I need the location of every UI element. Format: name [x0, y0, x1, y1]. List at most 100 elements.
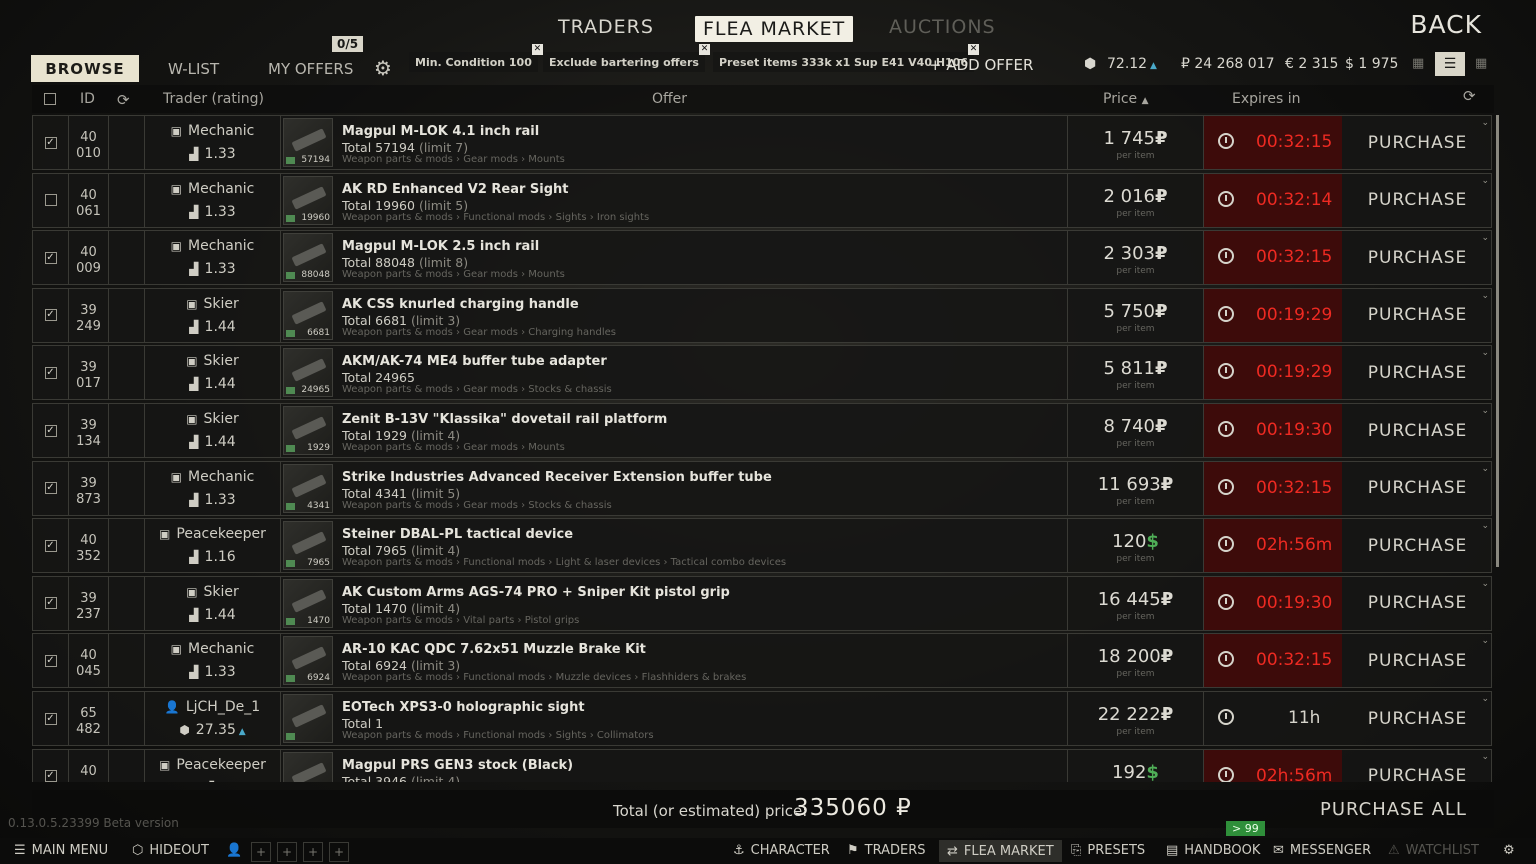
- row-checkbox[interactable]: ✓: [33, 519, 69, 573]
- back-button[interactable]: BACK: [1410, 10, 1482, 39]
- purchase-button[interactable]: PURCHASE: [1342, 462, 1493, 515]
- column-offer[interactable]: Offer: [652, 91, 687, 107]
- checkbox[interactable]: ✓: [44, 251, 57, 264]
- purchase-button[interactable]: PURCHASE: [1342, 346, 1493, 399]
- purchase-button[interactable]: PURCHASE: [1342, 577, 1493, 630]
- chevron-down-icon[interactable]: ⌄: [1481, 176, 1489, 186]
- checkbox[interactable]: ✓: [44, 482, 57, 495]
- item-icon[interactable]: 4341: [283, 462, 333, 515]
- row-checkbox[interactable]: [33, 173, 69, 227]
- row-checkbox[interactable]: ✓: [33, 116, 69, 169]
- table-row[interactable]: ✓ 40 352 ▣ Peacekeeper ▟ 1.16 7965 Steiner …: [32, 518, 1492, 574]
- refresh-sort-icon[interactable]: ⟳: [117, 91, 130, 109]
- offer-name[interactable]: AR-10 KAC QDC 7.62x51 Muzzle Brake Kit: [342, 642, 646, 657]
- item-icon[interactable]: [283, 692, 333, 745]
- row-checkbox[interactable]: ✓: [33, 692, 69, 745]
- checkbox[interactable]: ✓: [44, 366, 57, 379]
- checkbox[interactable]: ✓: [44, 597, 57, 610]
- quick-slot-icon[interactable]: +: [277, 842, 297, 862]
- checkbox[interactable]: ✓: [44, 770, 57, 782]
- settings-icon[interactable]: ⚙: [1503, 843, 1515, 858]
- table-row[interactable]: ✓ 40 ▣ Peacekeeper ▟ Magpul PRS GEN3 stoc…: [32, 748, 1493, 782]
- trader-cell[interactable]: ▣ Skier ▟ 1.44: [145, 346, 281, 400]
- chevron-down-icon[interactable]: ⌄: [1481, 406, 1489, 416]
- offer-name[interactable]: AK CSS knurled charging handle: [342, 297, 579, 312]
- messenger-button[interactable]: ✉ MESSENGER: [1273, 843, 1371, 858]
- chevron-down-icon[interactable]: ⌄: [1481, 579, 1489, 589]
- purchase-button[interactable]: PURCHASE: [1342, 750, 1493, 782]
- purchase-button[interactable]: PURCHASE: [1342, 634, 1493, 687]
- profile-icon[interactable]: 👤: [226, 843, 242, 858]
- row-checkbox[interactable]: ✓: [33, 346, 69, 400]
- column-price[interactable]: Price ▲: [1103, 91, 1149, 107]
- refresh-icon[interactable]: ⟳: [1463, 87, 1476, 105]
- main-menu-button[interactable]: ☰ MAIN MENU: [14, 843, 108, 858]
- trader-cell[interactable]: ▣ Skier ▟ 1.44: [145, 288, 281, 342]
- chevron-down-icon[interactable]: ⌄: [1481, 118, 1489, 128]
- flea-market-button[interactable]: ⇄ FLEA MARKET: [939, 840, 1062, 862]
- purchase-button[interactable]: PURCHASE: [1342, 692, 1493, 745]
- item-icon[interactable]: 88048: [283, 231, 333, 284]
- chevron-down-icon[interactable]: ⌄: [1481, 233, 1489, 243]
- offer-name[interactable]: Steiner DBAL-PL tactical device: [342, 527, 573, 542]
- row-checkbox[interactable]: ✓: [33, 461, 69, 515]
- row-checkbox[interactable]: ✓: [33, 404, 69, 457]
- row-checkbox[interactable]: ✓: [33, 634, 69, 688]
- trader-cell[interactable]: ▣ Mechanic ▟ 1.33: [145, 634, 281, 688]
- item-icon[interactable]: 24965: [283, 346, 333, 399]
- offer-name[interactable]: EOTech XPS3-0 holographic sight: [342, 700, 585, 715]
- tab-flea-market[interactable]: FLEA MARKET: [695, 16, 854, 42]
- row-checkbox[interactable]: ✓: [33, 231, 69, 285]
- tile-view-icon[interactable]: ▦: [1475, 56, 1487, 71]
- chevron-down-icon[interactable]: ⌄: [1481, 694, 1489, 704]
- item-icon[interactable]: 6924: [283, 634, 333, 687]
- purchase-button[interactable]: PURCHASE: [1342, 404, 1493, 457]
- tab-auctions[interactable]: AUCTIONS: [889, 16, 996, 38]
- trader-cell[interactable]: 👤 LjCH_De_1 ⬢ 27.35 ▲: [145, 692, 281, 745]
- checkbox[interactable]: ✓: [44, 424, 57, 437]
- character-button[interactable]: ⚓ CHARACTER: [733, 843, 830, 858]
- quick-slot-icon[interactable]: +: [303, 842, 323, 862]
- column-id[interactable]: ID: [80, 91, 95, 107]
- table-row[interactable]: ✓ 40 045 ▣ Mechanic ▟ 1.33 6924 AR-10 KAC Q…: [32, 633, 1493, 689]
- offer-name[interactable]: Magpul M-LOK 2.5 inch rail: [342, 239, 539, 254]
- presets-button[interactable]: ⎘ PRESETS: [1071, 843, 1145, 858]
- checkbox[interactable]: ✓: [44, 136, 57, 149]
- checkbox[interactable]: ✓: [44, 654, 57, 667]
- chevron-down-icon[interactable]: ⌄: [1481, 464, 1489, 474]
- item-icon[interactable]: 1929: [283, 404, 333, 457]
- close-icon[interactable]: ✕: [967, 44, 979, 55]
- trader-cell[interactable]: ▣ Mechanic ▟ 1.33: [145, 461, 281, 515]
- chevron-down-icon[interactable]: ⌄: [1481, 636, 1489, 646]
- filter-chip[interactable]: Min. Condition 100 ✕: [409, 44, 543, 72]
- item-icon[interactable]: [283, 750, 333, 782]
- purchase-button[interactable]: PURCHASE: [1342, 289, 1493, 342]
- close-icon[interactable]: ✕: [698, 44, 710, 55]
- purchase-button[interactable]: PURCHASE: [1342, 231, 1493, 284]
- chevron-down-icon[interactable]: ⌄: [1481, 348, 1489, 358]
- offer-name[interactable]: Magpul M-LOK 4.1 inch rail: [342, 124, 539, 139]
- scrollbar[interactable]: [1496, 115, 1499, 567]
- checkbox[interactable]: ✓: [44, 309, 57, 322]
- purchase-button[interactable]: PURCHASE: [1342, 116, 1493, 169]
- trader-cell[interactable]: ▣ Skier ▟ 1.44: [145, 576, 281, 630]
- item-icon[interactable]: 6681: [283, 289, 333, 342]
- checkbox[interactable]: [44, 194, 57, 207]
- table-row[interactable]: ✓ 65 482 👤 LjCH_De_1 ⬢ 27.35 ▲ EOTech XPS3-…: [32, 691, 1492, 746]
- gear-icon[interactable]: ⚙: [374, 56, 392, 80]
- grid-view-icon[interactable]: ▦: [1412, 56, 1424, 71]
- wlist-tab[interactable]: W-LIST: [168, 60, 219, 78]
- row-checkbox[interactable]: ✓: [33, 576, 69, 630]
- offer-name[interactable]: AKM/AK-74 ME4 buffer tube adapter: [342, 354, 607, 369]
- tab-traders[interactable]: TRADERS: [558, 16, 654, 38]
- trader-cell[interactable]: ▣ Skier ▟ 1.44: [145, 404, 281, 457]
- offer-name[interactable]: Strike Industries Advanced Receiver Exte…: [342, 470, 772, 485]
- offer-name[interactable]: AK Custom Arms AGS-74 PRO + Sniper Kit p…: [342, 585, 730, 600]
- chevron-down-icon[interactable]: ⌄: [1481, 291, 1489, 301]
- close-icon[interactable]: ✕: [531, 44, 543, 55]
- table-row[interactable]: ✓ 40 010 ▣ Mechanic ▟ 1.33 57194 Magpul M-L…: [32, 115, 1492, 170]
- trader-cell[interactable]: ▣ Peacekeeper ▟ 1.16: [145, 519, 281, 573]
- offer-name[interactable]: AK RD Enhanced V2 Rear Sight: [342, 182, 569, 197]
- hideout-button[interactable]: ⬡ HIDEOUT: [132, 843, 209, 858]
- filter-chip[interactable]: Exclude bartering offers ✕: [543, 44, 710, 72]
